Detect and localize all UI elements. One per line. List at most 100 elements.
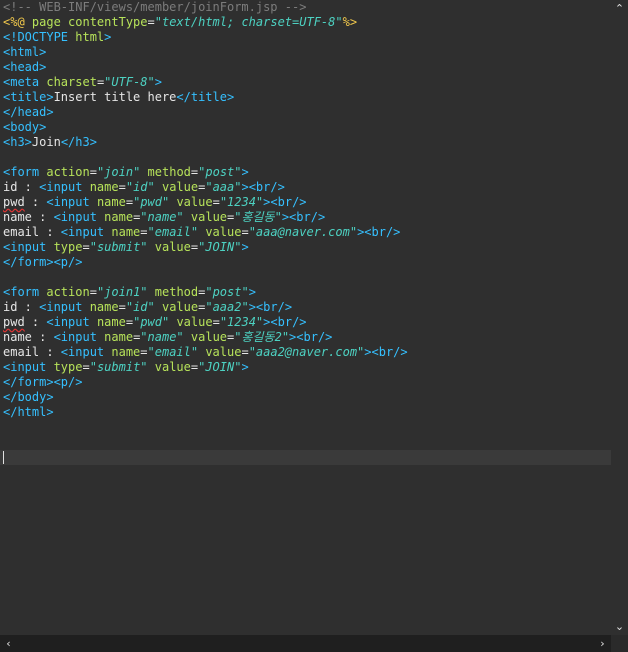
code-token-val: "JOIN" [198, 240, 242, 254]
code-token-text: = [140, 345, 148, 359]
code-line[interactable]: <html> [3, 45, 611, 60]
code-token-attr: action [46, 285, 90, 299]
code-token-val: "submit" [89, 360, 148, 374]
chevron-left-icon[interactable]: ‹ [0, 635, 17, 652]
code-line[interactable]: name : <input name="name" value="홍길동"><b… [3, 210, 611, 225]
code-token-text: = [89, 165, 97, 179]
code-token-directive: <%@ [3, 15, 32, 29]
code-token-tag: > [104, 30, 112, 44]
code-token-attr: value [205, 225, 242, 239]
code-token-tag: <input [60, 345, 112, 359]
code-token-attr: name [111, 225, 141, 239]
code-line[interactable]: </head> [3, 105, 611, 120]
code-token-val: "UTF-8" [104, 75, 155, 89]
chevron-up-icon[interactable]: ⌃ [611, 0, 628, 17]
code-token-text: name : [3, 330, 54, 344]
code-line[interactable]: <h3>Join</h3> [3, 135, 611, 150]
code-token-tag: <head> [3, 60, 47, 74]
code-token-val: "post" [198, 165, 242, 179]
code-line[interactable]: id : <input name="id" value="aaa2"><br/> [3, 300, 611, 315]
code-line[interactable]: <title>Insert title here</title> [3, 90, 611, 105]
code-line[interactable]: id : <input name="id" value="aaa"><br/> [3, 180, 611, 195]
code-token-tag: </title> [176, 90, 235, 104]
code-token-tag: <meta [3, 75, 47, 89]
code-token-text: = [140, 225, 148, 239]
code-line[interactable]: ​ [3, 420, 611, 435]
code-token-attr: name [89, 180, 119, 194]
code-token-attr: value [176, 195, 213, 209]
code-token-tag: ><br/> [241, 180, 285, 194]
code-line[interactable]: <meta charset="UTF-8"> [3, 75, 611, 90]
code-token-val: "홍길동" [234, 210, 282, 224]
code-token-tag: </form><p/> [3, 375, 83, 389]
code-line[interactable]: <body> [3, 120, 611, 135]
text-caret [3, 451, 4, 464]
code-line[interactable]: <!DOCTYPE html> [3, 30, 611, 45]
code-token-attr: name [104, 210, 134, 224]
code-line[interactable]: ​ [3, 150, 611, 165]
code-token-tag: ><br/> [364, 345, 408, 359]
code-token-tag: > [241, 165, 249, 179]
code-line[interactable]: <input type="submit" value="JOIN"> [3, 240, 611, 255]
code-token-attr: name [96, 315, 126, 329]
code-token-tag: </h3> [60, 135, 97, 149]
code-token-squiggle: pwd [3, 195, 25, 209]
code-token-val: "1234" [219, 315, 264, 329]
code-line[interactable]: email : <input name="email" value="aaa2@… [3, 345, 611, 360]
code-editor[interactable]: <!-- WEB-INF/views/member/joinForm.jsp -… [0, 0, 628, 652]
code-line[interactable]: </html> [3, 405, 611, 420]
code-token-val: "id" [125, 300, 155, 314]
code-line[interactable]: ​ [3, 435, 611, 450]
code-token-attr: type [53, 360, 83, 374]
code-line[interactable]: pwd : <input name="pwd" value="1234"><br… [3, 195, 611, 210]
code-line[interactable]: name : <input name="name" value="홍길동2"><… [3, 330, 611, 345]
code-token-tag: <!DOCTYPE [3, 30, 76, 44]
code-token-text: Join [31, 135, 61, 149]
code-area[interactable]: <!-- WEB-INF/views/member/joinForm.jsp -… [3, 0, 611, 465]
chevron-right-icon[interactable]: › [594, 635, 611, 652]
code-token-val: "name" [140, 210, 184, 224]
code-line[interactable]: </form><p/> [3, 255, 611, 270]
code-token-val: "1234" [219, 195, 264, 209]
code-token-tag: <form [3, 285, 47, 299]
code-token-tag: <input [53, 330, 105, 344]
code-token-tag: <input [3, 360, 54, 374]
code-token-attr: method [154, 285, 199, 299]
code-token-tag: > [241, 240, 249, 254]
code-token-tag: <body> [3, 120, 47, 134]
code-token-attr: value [190, 330, 228, 344]
code-token-tag: ><br/> [263, 195, 307, 209]
code-line[interactable]: pwd : <input name="pwd" value="1234"><br… [3, 315, 611, 330]
code-token-val: "post" [205, 285, 249, 299]
code-token-text: id : [3, 180, 40, 194]
code-line[interactable]: email : <input name="email" value="aaa@n… [3, 225, 611, 240]
code-line[interactable]: <head> [3, 60, 611, 75]
code-line[interactable]: ​ [3, 450, 611, 465]
code-token-val: "pwd" [133, 195, 170, 209]
code-line[interactable]: <!-- WEB-INF/views/member/joinForm.jsp -… [3, 0, 611, 15]
code-token-tag: <form [3, 165, 47, 179]
horizontal-scrollbar[interactable]: ‹ › [0, 635, 611, 652]
code-token-tag: > [241, 360, 249, 374]
chevron-down-icon[interactable]: ⌄ [611, 618, 628, 635]
code-token-tag: ><br/> [281, 210, 326, 224]
code-line[interactable]: </form><p/> [3, 375, 611, 390]
code-token-tag: </body> [3, 390, 54, 404]
code-token-tag: <html> [3, 45, 47, 59]
code-line[interactable]: <form action="join" method="post"> [3, 165, 611, 180]
code-token-text: = [125, 315, 134, 329]
code-line[interactable]: <input type="submit" value="JOIN"> [3, 360, 611, 375]
code-token-attr: value [190, 210, 228, 224]
code-token-attr: value [176, 315, 213, 329]
code-token-val: "text/html; charset=UTF-8" [154, 15, 343, 29]
code-line[interactable]: <%@ page contentType="text/html; charset… [3, 15, 611, 30]
code-line[interactable]: ​ [3, 270, 611, 285]
vertical-scrollbar[interactable]: ⌃ ⌄ [611, 0, 628, 635]
code-token-tag: <input [39, 300, 90, 314]
code-line[interactable]: <form action="join1" method="post"> [3, 285, 611, 300]
code-line[interactable]: </body> [3, 390, 611, 405]
